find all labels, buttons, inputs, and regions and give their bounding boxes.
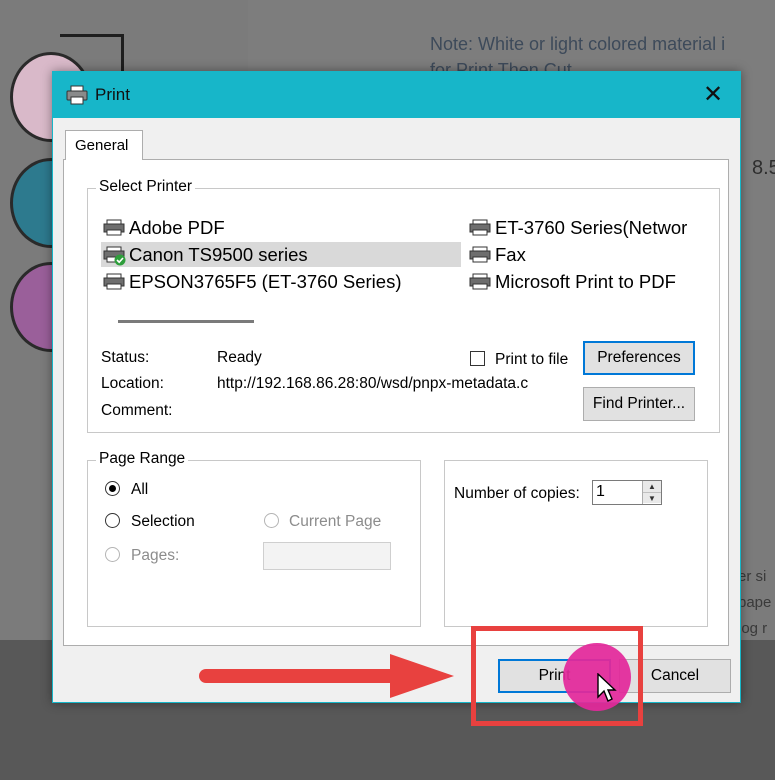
spin-up-icon[interactable]: ▲ <box>643 481 661 492</box>
close-button[interactable]: ✕ <box>700 82 726 108</box>
tab-panel: Select Printer Adobe PDF Canon TS9500 se… <box>63 159 729 646</box>
select-printer-legend: Select Printer <box>96 178 196 196</box>
location-label: Location: <box>101 375 164 392</box>
printer-item-fax[interactable]: Fax <box>467 242 697 267</box>
default-check-icon <box>114 254 126 266</box>
printer-item-canon[interactable]: Canon TS9500 series <box>101 242 461 267</box>
printer-item-adobe-pdf[interactable]: Adobe PDF <box>101 215 461 240</box>
printer-icon <box>469 219 491 236</box>
select-printer-group: Select Printer Adobe PDF Canon TS9500 se… <box>87 178 720 433</box>
range-all-label: All <box>131 481 149 498</box>
status-label: Status: <box>101 349 150 366</box>
range-current-page-radio[interactable] <box>264 513 279 528</box>
copies-spinner[interactable]: ▲ ▼ <box>642 481 661 504</box>
printer-item-et3760[interactable]: ET-3760 Series(Networ <box>467 215 697 240</box>
dialog-titlebar: Print ✕ <box>53 72 740 118</box>
printer-list-scrollbar[interactable] <box>118 320 254 323</box>
arrow-annotation <box>199 654 454 698</box>
copies-label: Number of copies: <box>454 485 580 502</box>
range-all-radio[interactable] <box>105 481 120 496</box>
printer-item-microsoft-pdf[interactable]: Microsoft Print to PDF <box>467 269 697 294</box>
print-to-file-checkbox[interactable] <box>470 351 485 366</box>
pages-input[interactable] <box>263 542 391 570</box>
material-note: Note: White or light colored material i <box>430 34 726 54</box>
printer-list[interactable]: Adobe PDF Canon TS9500 series EPSON3765F… <box>101 207 697 311</box>
size-value: 8.5 <box>752 157 775 179</box>
spin-down-icon[interactable]: ▼ <box>643 492 661 503</box>
printer-icon <box>103 219 125 236</box>
printer-item-epson[interactable]: EPSON3765F5 (ET-3760 Series) <box>101 269 461 294</box>
copies-value: 1 <box>596 483 605 500</box>
side-text: pape <box>738 594 772 611</box>
preferences-button[interactable]: Preferences <box>583 341 695 375</box>
side-text: er si <box>738 568 767 585</box>
page-range-legend: Page Range <box>96 450 189 468</box>
printer-name: Microsoft Print to PDF <box>495 271 676 292</box>
range-pages-radio[interactable] <box>105 547 120 562</box>
dialog-title: Print <box>95 85 130 104</box>
printer-name: Adobe PDF <box>129 217 225 238</box>
print-to-file-label: Print to file <box>495 351 569 368</box>
comment-label: Comment: <box>101 402 173 419</box>
printer-icon <box>103 273 125 290</box>
status-value: Ready <box>217 349 262 366</box>
print-dialog: Print ✕ General Select Printer Adobe PDF… <box>52 71 741 703</box>
printer-name: ET-3760 Series(Networ <box>495 217 688 238</box>
range-selection-label: Selection <box>131 513 195 530</box>
mouse-cursor-icon <box>597 673 617 702</box>
printer-icon <box>469 273 491 290</box>
copies-group: Number of copies: 1 ▲ ▼ <box>444 460 708 627</box>
range-selection-radio[interactable] <box>105 513 120 528</box>
tab-general[interactable]: General <box>65 130 143 160</box>
fax-icon <box>469 246 491 263</box>
printer-name: Canon TS9500 series <box>129 244 308 265</box>
range-current-page-label: Current Page <box>289 513 382 530</box>
find-printer-button[interactable]: Find Printer... <box>583 387 695 421</box>
side-text: log r <box>738 620 768 637</box>
page-range-group: Page Range All Selection Current Page Pa… <box>87 450 421 627</box>
printer-name: Fax <box>495 244 526 265</box>
printer-name: EPSON3765F5 (ET-3760 Series) <box>129 271 402 292</box>
location-value: http://192.168.86.28:80/wsd/pnpx-metadat… <box>217 375 529 392</box>
printer-icon <box>66 85 88 105</box>
range-pages-label: Pages: <box>131 547 180 564</box>
